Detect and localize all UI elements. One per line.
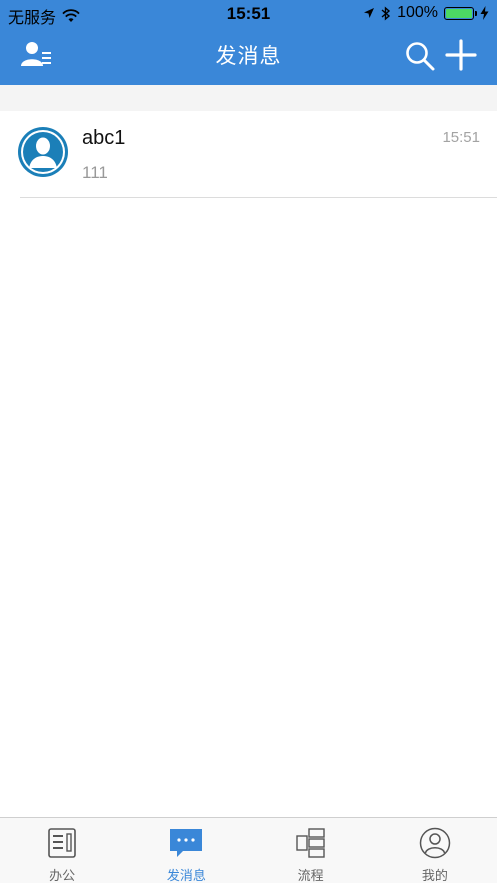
contact-name: abc1 (82, 127, 126, 149)
tab-profile-label: 我的 (421, 868, 448, 883)
tab-send-message-label: 发消息 (166, 868, 206, 883)
tab-office[interactable]: 办公 (0, 818, 124, 883)
profile-icon (419, 827, 451, 859)
status-bar: 无服务 15:51 100% (0, 0, 497, 28)
search-icon[interactable] (404, 40, 436, 72)
tab-profile[interactable]: 我的 (373, 818, 497, 883)
user-avatar-icon (18, 127, 68, 177)
bluetooth-icon (381, 5, 391, 21)
list-top-spacer (0, 85, 497, 111)
row-divider (20, 197, 497, 198)
message-preview: 111 (82, 163, 108, 182)
tab-workflow[interactable]: 流程 (249, 818, 373, 883)
tab-send-message[interactable]: 发消息 (124, 818, 248, 883)
chat-bubble-icon (170, 829, 203, 857)
top-bar: 无服务 15:51 100% 发消息 (0, 0, 497, 85)
charging-icon (480, 6, 489, 20)
bottom-tab-bar: 办公 发消息 流程 我的 (0, 817, 497, 883)
workflow-icon (295, 828, 325, 858)
tab-workflow-label: 流程 (297, 868, 324, 883)
battery-icon (444, 6, 477, 20)
message-row[interactable]: abc1 111 15:51 (0, 111, 497, 198)
message-time: 15:51 (442, 129, 480, 146)
location-arrow-icon (364, 8, 375, 18)
battery-percent: 100% (397, 4, 438, 21)
office-icon (48, 828, 76, 858)
status-right: 100% (363, 4, 489, 22)
tab-office-label: 办公 (49, 868, 76, 883)
add-icon[interactable] (445, 39, 477, 71)
